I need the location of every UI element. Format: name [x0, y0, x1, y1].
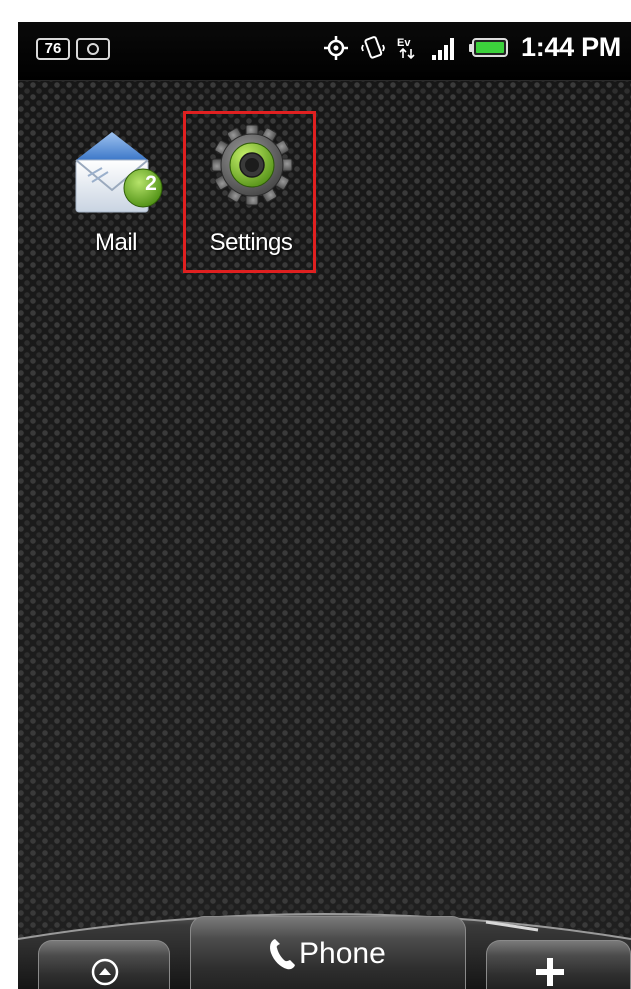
notification-count-badge[interactable]: 76: [36, 38, 70, 60]
signal-icon: [431, 35, 457, 61]
plus-icon: [533, 955, 567, 989]
battery-icon: [469, 37, 509, 59]
phone-label: Phone: [299, 937, 386, 970]
app-drawer-icon: [91, 958, 119, 989]
dock-bar: Phone: [18, 894, 631, 989]
mail-badge: 2: [145, 172, 157, 195]
app-mail[interactable]: 2 Mail: [56, 118, 176, 268]
gps-icon: [323, 35, 349, 61]
add-widget-button[interactable]: [486, 940, 631, 989]
status-bar: 76 Ev 1:44 PM: [18, 22, 631, 81]
svg-text:Ev: Ev: [397, 37, 411, 49]
ev-data-icon: Ev: [397, 35, 419, 61]
phone-screen: 76 Ev 1:44 PM 2 Mail Settings Phone: [18, 22, 631, 989]
status-right-group: Ev 1:44 PM: [323, 32, 621, 63]
camera-icon[interactable]: [76, 38, 110, 60]
app-label-mail: Mail: [94, 229, 138, 256]
settings-highlight-frame: [183, 111, 316, 273]
vibrate-icon: [361, 35, 385, 61]
status-time: 1:44 PM: [521, 32, 621, 62]
phone-button[interactable]: Phone: [190, 916, 466, 989]
phone-handset-icon: [267, 937, 297, 976]
app-drawer-button[interactable]: [38, 940, 170, 989]
status-left-group: 76: [36, 38, 110, 60]
